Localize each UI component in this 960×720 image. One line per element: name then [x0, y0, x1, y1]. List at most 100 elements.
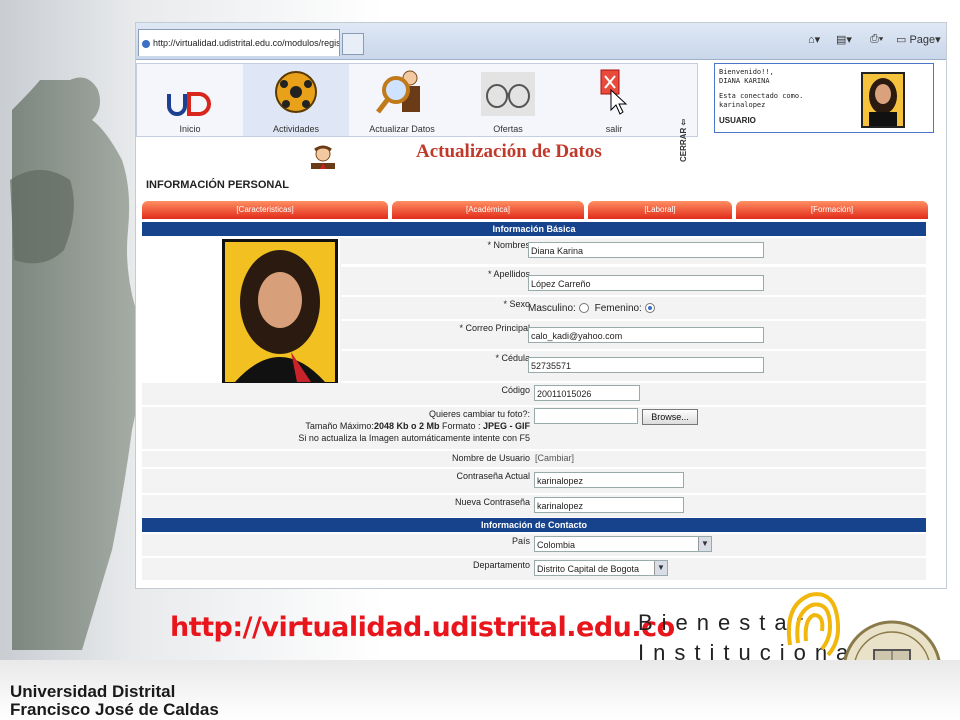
pais-value: Colombia	[537, 540, 576, 550]
band-informacion-basica: Información Básica	[142, 222, 926, 236]
chevron-down-icon: ▼	[654, 561, 667, 575]
row-usuario: Nombre de Usuario [Cambiar]	[142, 451, 926, 467]
departamento-value: Distrito Capital de Bogota	[537, 564, 640, 574]
row-sexo: * Sexo Masculino: Femenino:	[340, 297, 926, 319]
foto-size-prefix: Tamaño Máximo:	[305, 421, 374, 431]
row-nombres: * Nombres Diana Karina	[340, 238, 926, 264]
usuario-label: Nombre de Usuario	[451, 453, 530, 463]
row-cedula: * Cédula 52735571	[340, 351, 926, 381]
chevron-down-icon: ▼	[698, 537, 711, 551]
femenino-radio[interactable]	[644, 303, 655, 314]
magnifier-person-icon	[376, 70, 420, 114]
pais-label: País	[511, 536, 530, 546]
logo-ud-icon	[167, 92, 211, 116]
file-path-input[interactable]	[534, 408, 638, 424]
femenino-label: Femenino:	[594, 303, 642, 314]
browser-window: http://virtualidad.udistrital.edu.co/mod…	[135, 22, 947, 589]
foto-question: Quieres cambiar tu foto?:	[428, 409, 530, 419]
nav-item-salir[interactable]: salir	[561, 64, 667, 136]
profile-tabs: [Caracteristicas] [Académica] [Laboral] …	[142, 201, 928, 219]
welcome-connected-as: Esta conectado como.	[719, 92, 804, 100]
foto-refresh-hint: Si no actualiza la Imagen automáticament…	[298, 433, 530, 443]
glasses-icon	[481, 72, 535, 116]
welcome-username: karinalopez	[719, 101, 766, 109]
welcome-panel: Bienvenido!!, DIANA KARINA Esta conectad…	[714, 63, 934, 133]
photo-cell	[142, 237, 341, 385]
correo-label: * Correo Principal	[459, 323, 530, 333]
nav-label-ofertas: Ofertas	[493, 124, 523, 134]
page-menu-button[interactable]: ▭ Page▾	[896, 33, 941, 46]
cambiar-link[interactable]: [Cambiar]	[535, 453, 574, 463]
row-pass-actual: Contraseña Actual karinalopez	[142, 469, 926, 493]
correo-input[interactable]: calo_kadi@yahoo.com	[528, 327, 764, 343]
nav-label-actividades: Actividades	[272, 124, 320, 134]
exit-icon	[600, 69, 628, 115]
nombres-label: * Nombres	[487, 240, 530, 250]
welcome-role: USUARIO	[719, 116, 756, 125]
welcome-user-name: DIANA KARINA	[719, 77, 770, 85]
cedula-label: * Cédula	[495, 353, 530, 363]
welcome-greeting: Bienvenido!!,	[719, 68, 774, 76]
sexo-label: * Sexo	[503, 299, 530, 309]
pais-select[interactable]: Colombia ▼	[534, 536, 712, 552]
profile-photo	[222, 239, 338, 385]
row-departamento: Departamento Distrito Capital de Bogota ▼	[142, 558, 926, 580]
main-nav: Inicio Actividades Actualizar Datos Ofer…	[136, 63, 698, 162]
tab-title: http://virtualidad.udistrital.edu.co/mod…	[153, 38, 340, 48]
tab-laboral[interactable]: [Laboral]	[588, 201, 732, 219]
masculino-label: Masculino:	[528, 303, 576, 314]
browser-tab-bar: http://virtualidad.udistrital.edu.co/mod…	[136, 23, 946, 60]
cedula-input[interactable]: 52735571	[528, 357, 764, 373]
section-title: INFORMACIÓN PERSONAL	[146, 179, 289, 191]
feeds-icon[interactable]: ▤▾	[836, 33, 852, 46]
apellidos-input[interactable]: López Carreño	[528, 275, 764, 291]
nav-label-actualizar-datos: Actualizar Datos	[369, 124, 435, 134]
tab-academica[interactable]: [Académica]	[392, 201, 584, 219]
pass-actual-label: Contraseña Actual	[456, 471, 530, 481]
avatar	[861, 72, 905, 128]
fingerprint-logo-icon	[787, 592, 840, 657]
university-name-line1: Universidad Distrital	[10, 682, 176, 701]
foto-instructions: Quieres cambiar tu foto?: Tamaño Máximo:…	[298, 408, 530, 444]
band-informacion-contacto: Información de Contacto	[142, 518, 926, 532]
departamento-label: Departamento	[472, 560, 530, 570]
row-foto: Quieres cambiar tu foto?: Tamaño Máximo:…	[142, 407, 926, 449]
masculino-radio[interactable]	[578, 303, 589, 314]
foto-format-value: JPEG - GIF	[482, 421, 530, 431]
departamento-select[interactable]: Distrito Capital de Bogota ▼	[534, 560, 668, 576]
codigo-input[interactable]: 20011015026	[534, 385, 640, 401]
university-name-line2: Francisco José de Caldas	[10, 700, 219, 719]
home-icon[interactable]: ⌂▾	[808, 33, 820, 46]
statue-image	[10, 77, 141, 651]
row-apellidos: * Apellidos López Carreño	[340, 267, 926, 295]
nav-item-actualizar-datos[interactable]: Actualizar Datos	[349, 64, 455, 136]
nav-item-actividades[interactable]: Actividades	[243, 64, 349, 136]
pass-nueva-input[interactable]: karinalopez	[534, 497, 684, 513]
page-title: Actualización de Datos	[416, 141, 602, 162]
new-tab-button[interactable]	[342, 33, 364, 55]
print-icon[interactable]: ⎙▾	[870, 33, 883, 46]
page-favicon-icon	[142, 39, 150, 48]
foto-limits: Tamaño Máximo:2048 Kb o 2 Mb Formato : J…	[298, 420, 530, 432]
pass-actual-input[interactable]: karinalopez	[534, 472, 684, 488]
pass-nueva-label: Nueva Contraseña	[454, 497, 530, 507]
foto-format-prefix: Formato :	[439, 421, 483, 431]
cerrar-button[interactable]: CERRAR ⇦	[679, 106, 695, 174]
ball-icon	[275, 71, 317, 113]
row-correo: * Correo Principal calo_kadi@yahoo.com	[340, 321, 926, 349]
tab-formacion[interactable]: [Formación]	[736, 201, 928, 219]
row-pais: País Colombia ▼	[142, 534, 926, 556]
nav-item-ofertas[interactable]: Ofertas	[455, 64, 561, 136]
nombres-input[interactable]: Diana Karina	[528, 242, 764, 258]
browser-tab[interactable]: http://virtualidad.udistrital.edu.co/mod…	[138, 29, 340, 56]
row-codigo: Código 20011015026	[142, 383, 926, 405]
foto-size-value: 2048 Kb o 2 Mb	[373, 421, 440, 431]
nav-item-inicio[interactable]: Inicio	[137, 64, 243, 136]
row-pass-nueva: Nueva Contraseña karinalopez	[142, 495, 926, 517]
nav-label-salir: salir	[605, 124, 623, 134]
browse-button[interactable]: Browse...	[642, 409, 698, 425]
cerrar-label: CERRAR	[679, 127, 688, 162]
tab-caracteristicas[interactable]: [Caracteristicas]	[142, 201, 388, 219]
nav-label-inicio: Inicio	[179, 124, 201, 134]
site-url-link[interactable]: http://virtualidad.udistrital.edu.co	[170, 612, 675, 643]
